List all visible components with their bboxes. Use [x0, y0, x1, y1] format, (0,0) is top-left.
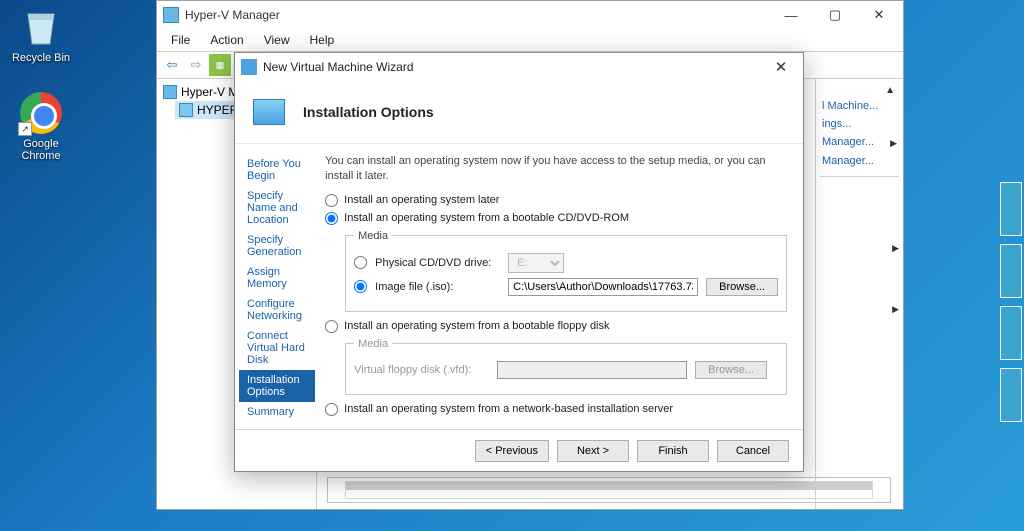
- wizard-step[interactable]: Configure Networking: [239, 294, 315, 326]
- server-icon: [163, 85, 177, 99]
- radio-install-cd[interactable]: [325, 212, 338, 225]
- desktop-hint-slot: [1000, 244, 1022, 298]
- wizard-titlebar[interactable]: New Virtual Machine Wizard ✕: [235, 53, 803, 81]
- desktop-icon-label: Recycle Bin: [6, 52, 76, 64]
- window-title: Hyper-V Manager: [185, 8, 769, 22]
- wizard-step[interactable]: Assign Memory: [239, 262, 315, 294]
- radio-label: Install an operating system from a netwo…: [344, 403, 673, 415]
- option-install-floppy[interactable]: Install an operating system from a boota…: [325, 320, 787, 333]
- wizard-title: New Virtual Machine Wizard: [263, 60, 765, 74]
- next-button[interactable]: Next >: [557, 440, 629, 462]
- previous-button[interactable]: < Previous: [475, 440, 549, 462]
- wizard-step[interactable]: Connect Virtual Hard Disk: [239, 326, 315, 370]
- menubar: File Action View Help: [157, 29, 903, 51]
- radio-label: Install an operating system from a boota…: [344, 320, 609, 332]
- radio-physical-drive[interactable]: [354, 256, 367, 269]
- desktop-hint-slot: [1000, 182, 1022, 236]
- radio-install-network[interactable]: [325, 403, 338, 416]
- hyperv-titlebar[interactable]: Hyper-V Manager — ▢ ✕: [157, 1, 903, 29]
- menu-file[interactable]: File: [163, 31, 198, 49]
- media-group-cd: Media Physical CD/DVD drive: E: Image fi…: [345, 230, 787, 312]
- desktop-icon-chrome[interactable]: ↗ Google Chrome: [6, 92, 76, 162]
- maximize-button[interactable]: ▢: [813, 1, 857, 29]
- wizard-footer: < Previous Next > Finish Cancel: [235, 429, 803, 471]
- wizard-content: You can install an operating system now …: [319, 144, 803, 427]
- main-scroller[interactable]: [327, 477, 891, 503]
- close-button[interactable]: ✕: [765, 55, 797, 79]
- action-link[interactable]: Manager...▶: [820, 133, 899, 152]
- scroll-up-icon[interactable]: ▲: [820, 85, 899, 97]
- minimize-button[interactable]: —: [769, 1, 813, 29]
- chrome-icon: ↗: [20, 92, 62, 134]
- wizard-icon: [241, 59, 257, 75]
- radio-label: Install an operating system from a boota…: [344, 212, 629, 224]
- close-button[interactable]: ✕: [857, 1, 901, 29]
- action-link[interactable]: l Machine...: [820, 97, 899, 115]
- action-link[interactable]: ings...: [820, 115, 899, 133]
- actions-panel: ▲ l Machine... ings... Manager...▶ Manag…: [815, 79, 903, 509]
- desktop-icon-recycle-bin[interactable]: Recycle Bin: [6, 6, 76, 64]
- wizard-header: Installation Options: [235, 81, 803, 143]
- iso-path-input[interactable]: [508, 278, 698, 296]
- desktop-hint-slot: [1000, 306, 1022, 360]
- wizard-step[interactable]: Before You Begin: [239, 154, 315, 186]
- field-label: Image file (.iso):: [375, 281, 500, 293]
- browse-button: Browse...: [695, 361, 767, 379]
- wizard-header-title: Installation Options: [303, 104, 434, 120]
- field-label: Physical CD/DVD drive:: [375, 257, 500, 269]
- desktop-hint-slot: [1000, 368, 1022, 422]
- fieldset-legend: Media: [354, 338, 392, 350]
- host-icon: [179, 103, 193, 117]
- back-button[interactable]: ⇦: [161, 54, 183, 76]
- forward-button[interactable]: ⇨: [185, 54, 207, 76]
- option-install-network[interactable]: Install an operating system from a netwo…: [325, 403, 787, 416]
- media-group-floppy: Media Virtual floppy disk (.vfd): Browse…: [345, 338, 787, 395]
- radio-install-floppy[interactable]: [325, 320, 338, 333]
- radio-image-file[interactable]: [354, 280, 367, 293]
- desktop-icon-label: Google Chrome: [6, 138, 76, 162]
- field-label: Virtual floppy disk (.vfd):: [354, 364, 489, 376]
- vfd-path-input: [497, 361, 687, 379]
- toolbar-button[interactable]: ▦: [209, 54, 231, 76]
- fieldset-legend: Media: [354, 230, 392, 242]
- wizard-description: You can install an operating system now …: [325, 154, 787, 184]
- wizard-steps: Before You BeginSpecify Name and Locatio…: [235, 144, 319, 427]
- action-link[interactable]: Manager...: [820, 152, 899, 170]
- wizard-step[interactable]: Installation Options: [239, 370, 315, 402]
- expand-arrow-icon[interactable]: ▶: [820, 304, 899, 315]
- menu-view[interactable]: View: [256, 31, 298, 49]
- wizard-step[interactable]: Specify Generation: [239, 230, 315, 262]
- menu-help[interactable]: Help: [302, 31, 343, 49]
- browse-button[interactable]: Browse...: [706, 278, 778, 296]
- physical-drive-select: E:: [508, 253, 564, 273]
- option-install-cd[interactable]: Install an operating system from a boota…: [325, 212, 787, 225]
- wizard-step[interactable]: Specify Name and Location: [239, 186, 315, 230]
- wizard-header-icon: [253, 99, 285, 125]
- new-vm-wizard-dialog: New Virtual Machine Wizard ✕ Installatio…: [234, 52, 804, 472]
- shortcut-arrow-icon: ↗: [18, 122, 32, 136]
- option-install-later[interactable]: Install an operating system later: [325, 194, 787, 207]
- recycle-bin-icon: [20, 6, 62, 48]
- expand-arrow-icon[interactable]: ▶: [820, 243, 899, 254]
- wizard-step[interactable]: Summary: [239, 402, 315, 422]
- radio-install-later[interactable]: [325, 194, 338, 207]
- finish-button[interactable]: Finish: [637, 440, 709, 462]
- radio-label: Install an operating system later: [344, 194, 499, 206]
- menu-action[interactable]: Action: [202, 31, 251, 49]
- hyperv-icon: [163, 7, 179, 23]
- cancel-button[interactable]: Cancel: [717, 440, 789, 462]
